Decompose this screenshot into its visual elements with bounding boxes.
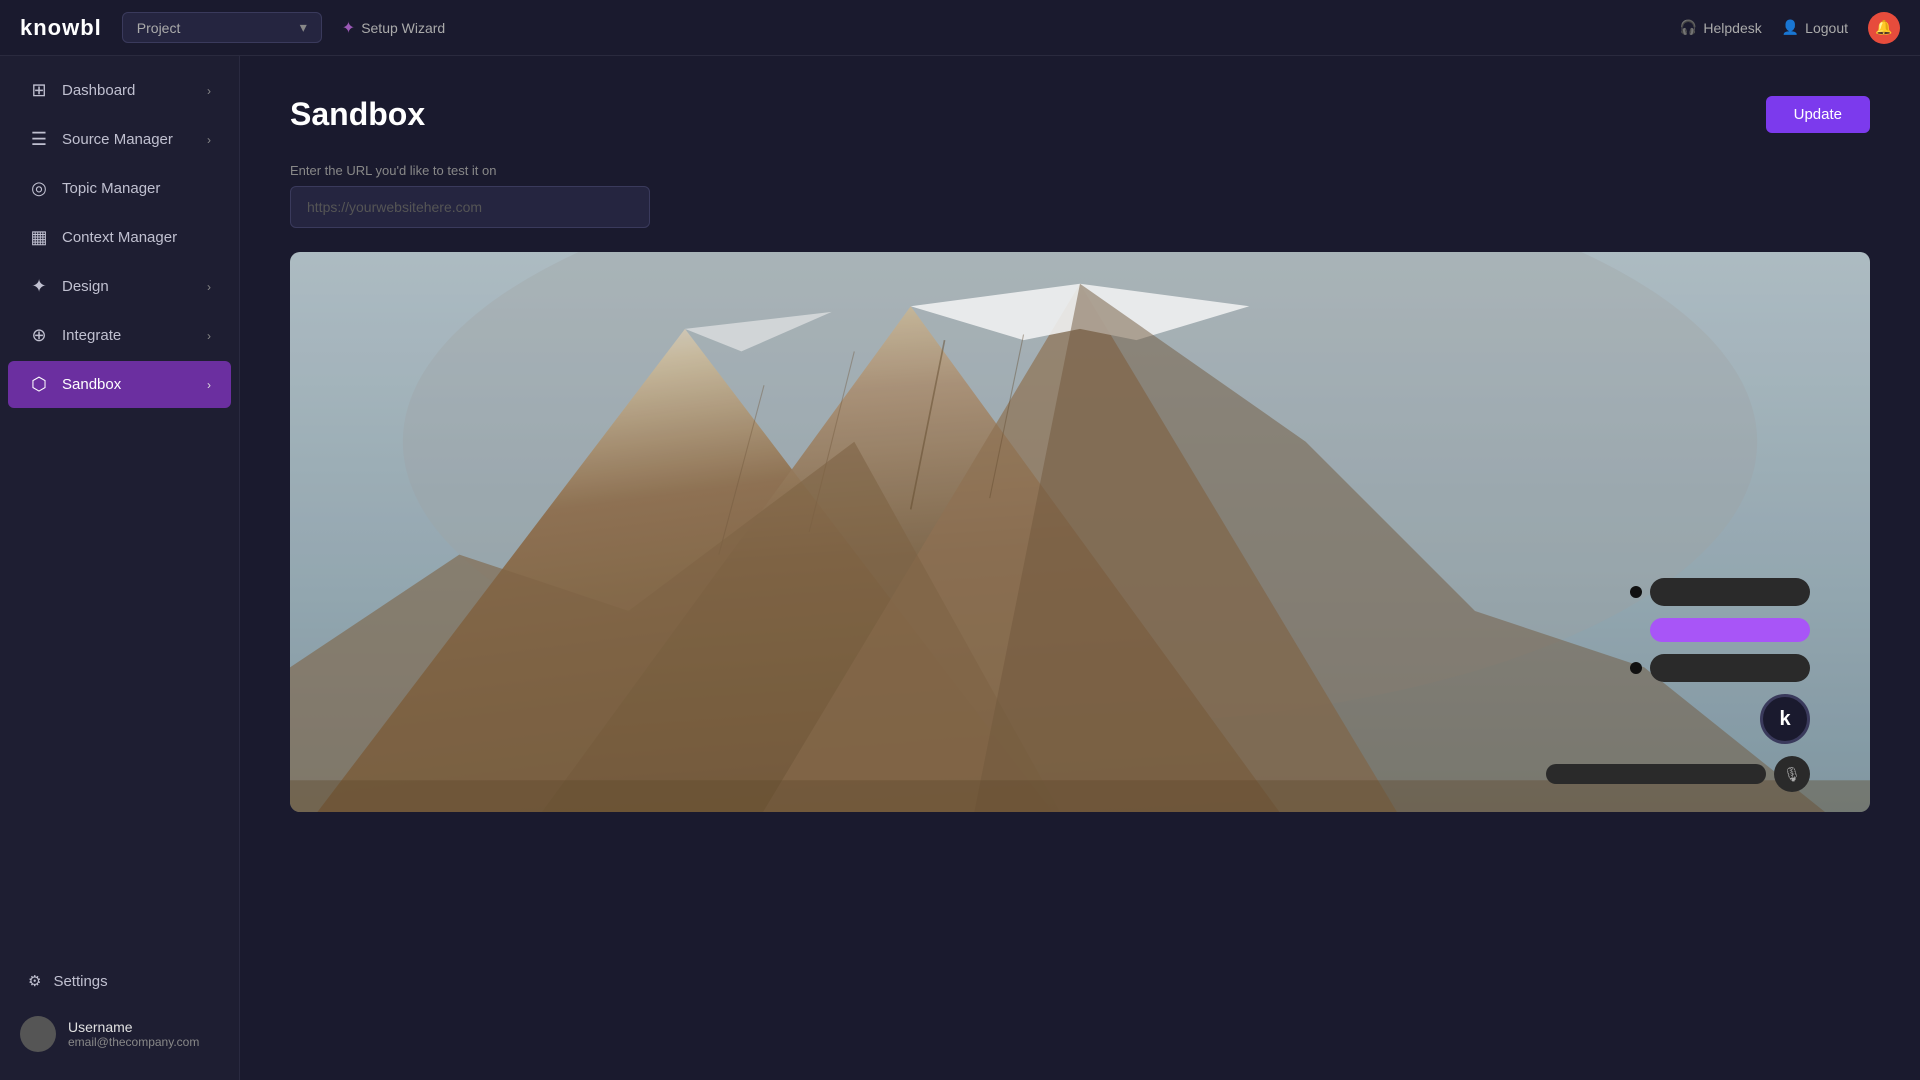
app-logo: knowbl [20,15,102,41]
sidebar-item-topic-manager[interactable]: ◎ Topic Manager [8,165,231,212]
url-label: Enter the URL you'd like to test it on [290,163,1870,178]
user-profile[interactable]: Username email@thecompany.com [0,1004,239,1064]
design-icon: ✦ [28,276,50,297]
sidebar-item-label: Dashboard [62,82,135,99]
update-button[interactable]: Update [1766,96,1870,133]
user-info: Username email@thecompany.com [68,1019,199,1049]
chat-bubble-1 [1650,578,1810,606]
sidebar-item-sandbox[interactable]: ⬡ Sandbox › [8,361,231,408]
setup-wizard-icon: ✦ [342,18,355,38]
dashboard-icon: ⊞ [28,80,50,101]
logout-button[interactable]: 👤 Logout [1782,19,1848,36]
context-manager-icon: ▦ [28,227,50,248]
main-layout: ⊞ Dashboard › ☰ Source Manager › ◎ Topic… [0,56,1920,1080]
project-selector[interactable]: Project ▾ [122,12,322,43]
integrate-icon: ⊕ [28,325,50,346]
page-header: Sandbox Update [290,96,1870,133]
sidebar-item-integrate[interactable]: ⊕ Integrate › [8,312,231,359]
notification-icon: 🔔 [1868,12,1900,44]
sidebar-item-label: Source Manager [62,131,173,148]
chat-input-bar[interactable] [1546,764,1766,784]
chevron-right-icon: › [207,378,211,392]
sidebar: ⊞ Dashboard › ☰ Source Manager › ◎ Topic… [0,56,240,1080]
chevron-right-icon: › [207,84,211,98]
chat-widget-overlay: k 🎙 [1546,578,1810,792]
sidebar-item-label: Context Manager [62,229,177,246]
mic-button[interactable]: 🎙 [1774,756,1810,792]
topbar: knowbl Project ▾ ✦ Setup Wizard 🎧 Helpde… [0,0,1920,56]
sidebar-item-label: Integrate [62,327,121,344]
source-manager-icon: ☰ [28,129,50,150]
page-title: Sandbox [290,96,425,133]
helpdesk-button[interactable]: 🎧 Helpdesk [1680,19,1762,36]
chat-bubble-2 [1650,654,1810,682]
sandbox-icon: ⬡ [28,374,50,395]
chevron-right-icon: › [207,329,211,343]
chevron-right-icon: › [207,280,211,294]
chat-action-button[interactable] [1650,618,1810,642]
notification-button[interactable]: 🔔 [1868,12,1900,44]
logout-label: Logout [1805,20,1848,36]
chat-k-logo-button[interactable]: k [1760,694,1810,744]
preview-container: k 🎙 [290,252,1870,812]
logout-icon: 👤 [1782,19,1799,36]
sidebar-item-label: Design [62,278,109,295]
sidebar-item-source-manager[interactable]: ☰ Source Manager › [8,116,231,163]
avatar [20,1016,56,1052]
project-label: Project [137,20,181,36]
chevron-right-icon: › [207,133,211,147]
chat-input-row: 🎙 [1546,756,1810,792]
sidebar-item-label: Topic Manager [62,180,160,197]
helpdesk-label: Helpdesk [1703,20,1761,36]
settings-label: Settings [53,973,107,990]
sidebar-bottom: ⚙ Settings Username email@thecompany.com [0,958,239,1080]
settings-icon: ⚙ [28,972,41,990]
sidebar-item-dashboard[interactable]: ⊞ Dashboard › [8,67,231,114]
sidebar-item-label: Sandbox [62,376,121,393]
main-content: Sandbox Update Enter the URL you'd like … [240,56,1920,1080]
chevron-down-icon: ▾ [300,19,307,36]
setup-wizard-label: Setup Wizard [361,20,445,36]
topic-manager-icon: ◎ [28,178,50,199]
sidebar-item-settings[interactable]: ⚙ Settings [8,959,231,1003]
setup-wizard-link[interactable]: ✦ Setup Wizard [342,18,445,38]
sidebar-item-design[interactable]: ✦ Design › [8,263,231,310]
topbar-right: 🎧 Helpdesk 👤 Logout 🔔 [1680,12,1900,44]
user-name: Username [68,1019,199,1035]
user-email: email@thecompany.com [68,1035,199,1049]
sidebar-item-context-manager[interactable]: ▦ Context Manager [8,214,231,261]
url-input[interactable] [290,186,650,228]
topbar-left: knowbl Project ▾ ✦ Setup Wizard [20,12,445,43]
helpdesk-icon: 🎧 [1680,19,1697,36]
